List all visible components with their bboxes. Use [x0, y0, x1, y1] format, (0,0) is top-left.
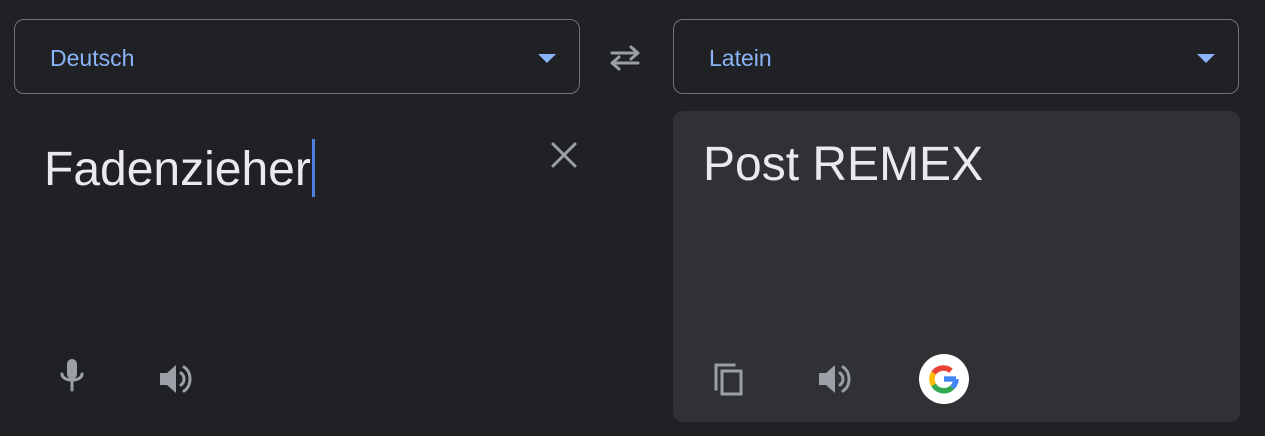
- listen-source-button[interactable]: [154, 356, 200, 402]
- speaker-icon: [160, 365, 192, 393]
- translation-text: Post REMEX: [703, 138, 984, 191]
- source-text-input[interactable]: Fadenzieher: [44, 139, 315, 197]
- translate-widget: Deutsch Latein Fadenzieher Post REMEX: [0, 0, 1265, 436]
- text-cursor: [311, 139, 315, 197]
- copy-icon: [714, 363, 743, 396]
- speaker-icon: [819, 365, 851, 393]
- source-language-label: Deutsch: [50, 45, 135, 71]
- source-text-value: Fadenzieher: [44, 143, 311, 196]
- clear-source-button[interactable]: [546, 137, 582, 173]
- microphone-icon: [60, 359, 84, 392]
- chevron-down-icon: [1197, 54, 1215, 63]
- google-logo-button[interactable]: [919, 354, 969, 404]
- copy-translation-button[interactable]: [706, 356, 752, 402]
- swap-languages-icon: [610, 45, 640, 71]
- source-language-select[interactable]: Deutsch: [14, 19, 580, 94]
- swap-languages-button[interactable]: [603, 40, 647, 76]
- listen-translation-button[interactable]: [813, 356, 859, 402]
- target-language-label: Latein: [709, 45, 772, 71]
- source-text-area[interactable]: Fadenzieher: [14, 111, 580, 422]
- target-language-select[interactable]: Latein: [673, 19, 1239, 94]
- close-icon: [551, 142, 577, 168]
- translation-panel: Post REMEX: [673, 111, 1240, 422]
- microphone-button[interactable]: [49, 353, 95, 399]
- google-logo-icon: [929, 365, 959, 394]
- chevron-down-icon: [538, 54, 556, 63]
